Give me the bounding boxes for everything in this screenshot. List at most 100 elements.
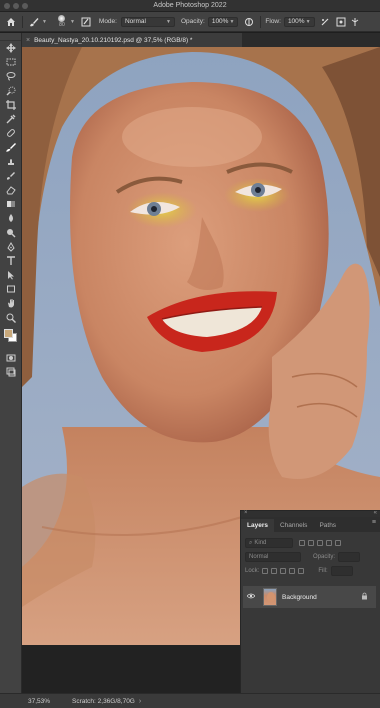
document-tab[interactable]: × Beauty_Nastya_20.10.210192.psd @ 37,5%… <box>22 33 242 47</box>
type-tool[interactable] <box>0 254 22 268</box>
visibility-eye-icon[interactable] <box>245 593 257 601</box>
layer-thumbnail <box>263 588 277 606</box>
lock-fill-row: Lock: Fill: <box>241 564 380 578</box>
pressure-opacity-toggle[interactable] <box>242 15 256 29</box>
eyedropper-tool[interactable] <box>0 112 22 126</box>
chevron-down-icon: ▼ <box>166 18 171 25</box>
hand-tool[interactable] <box>0 296 22 310</box>
home-icon[interactable] <box>4 15 18 29</box>
tab-paths[interactable]: Paths <box>313 519 342 532</box>
collapse-panel-icon[interactable]: « <box>374 510 377 516</box>
window-titlebar: Adobe Photoshop 2022 <box>0 0 380 12</box>
quick-selection-tool[interactable] <box>0 84 22 98</box>
history-brush-tool[interactable] <box>0 169 22 183</box>
mode-select[interactable]: Normal ▼ <box>120 16 175 27</box>
layers-panel: × « Layers Channels Paths ≡ ⌕ Kind Norma… <box>240 510 380 708</box>
brush-settings-toggle[interactable] <box>79 15 93 29</box>
divider <box>260 15 262 28</box>
filter-smart-object-icon[interactable] <box>335 540 341 546</box>
flow-label: Flow: <box>265 18 281 25</box>
filter-kind-value: Kind <box>254 540 267 546</box>
chevron-down-icon: ▼ <box>305 18 311 25</box>
move-tool[interactable] <box>0 41 22 55</box>
soft-brush-icon <box>58 15 66 22</box>
document-tab-title: Beauty_Nastya_20.10.210192.psd @ 37,5% (… <box>34 36 193 44</box>
lock-position-icon[interactable] <box>280 568 287 574</box>
filter-shape-icon[interactable] <box>326 540 332 546</box>
lasso-tool[interactable] <box>0 69 22 83</box>
fill-label: Fill: <box>318 568 328 574</box>
tool-preset-picker[interactable]: ▼ <box>27 12 47 31</box>
brush-tip-preview: 80 <box>55 14 69 30</box>
zoom-tool[interactable] <box>0 311 22 325</box>
fill-field[interactable] <box>330 566 353 576</box>
brush-size-value: 80 <box>59 22 65 28</box>
opacity-field[interactable]: 100% ▼ <box>207 16 239 27</box>
options-bar: ▼ 80 ▼ Mode: Normal ▼ Opacity: 100% ▼ Fl… <box>0 12 380 32</box>
flow-value: 100% <box>287 17 305 25</box>
quick-mask-button[interactable] <box>0 351 22 365</box>
filter-kind-select[interactable]: ⌕ Kind <box>245 538 293 548</box>
tab-channels[interactable]: Channels <box>274 519 313 532</box>
lock-transparent-icon[interactable] <box>262 568 269 574</box>
filter-icons <box>299 540 341 546</box>
brush-preset-picker[interactable]: 80 ▼ <box>55 12 75 31</box>
mode-label: Mode: <box>98 18 117 25</box>
healing-brush-tool[interactable] <box>0 126 22 140</box>
blend-mode-select[interactable]: Normal <box>245 552 301 562</box>
lock-all-icon[interactable] <box>298 568 305 574</box>
scratch-info[interactable]: Scratch: 2,36G/8,70G <box>72 698 135 705</box>
filter-pixel-icon[interactable] <box>299 540 305 546</box>
lock-artboard-icon[interactable] <box>289 568 296 574</box>
panel-menu-icon[interactable]: ≡ <box>372 519 376 526</box>
flow-field[interactable]: 100% ▼ <box>283 16 315 27</box>
mode-value: Normal <box>124 17 146 25</box>
rectangle-tool[interactable] <box>0 282 22 296</box>
dodge-tool[interactable] <box>0 225 22 239</box>
chevron-right-icon[interactable]: › <box>139 698 141 705</box>
zoom-level[interactable]: 37,53% <box>28 698 68 705</box>
gradient-tool[interactable] <box>0 197 22 211</box>
divider <box>22 15 23 28</box>
clone-stamp-tool[interactable] <box>0 155 22 169</box>
foreground-color-swatch[interactable] <box>4 328 13 338</box>
color-swatches <box>0 325 22 351</box>
pressure-size-toggle[interactable] <box>334 15 348 29</box>
screen-mode-button[interactable] <box>0 365 22 379</box>
opacity-label: Opacity: <box>180 18 205 25</box>
lock-label: Lock: <box>245 568 260 574</box>
chevron-down-icon: ▼ <box>69 18 75 25</box>
close-panel-icon[interactable]: × <box>244 510 248 516</box>
panel-grip[interactable] <box>0 33 21 41</box>
symmetry-toggle[interactable] <box>348 15 362 29</box>
marquee-tool[interactable] <box>0 55 22 69</box>
layer-name: Background <box>282 593 317 601</box>
brush-tool[interactable] <box>0 140 22 154</box>
layers-panel-tabs: Layers Channels Paths ≡ <box>241 517 380 532</box>
eraser-tool[interactable] <box>0 183 22 197</box>
pen-tool[interactable] <box>0 240 22 254</box>
document-tab-bar: × Beauty_Nastya_20.10.210192.psd @ 37,5%… <box>22 33 380 47</box>
blend-opacity-row: Normal Opacity: <box>241 550 380 564</box>
close-tab-icon[interactable]: × <box>26 37 30 44</box>
layer-opacity-field[interactable] <box>338 552 361 562</box>
filter-type-icon[interactable] <box>317 540 323 546</box>
filter-adjustment-icon[interactable] <box>308 540 314 546</box>
lock-icons <box>262 568 305 574</box>
airbrush-toggle[interactable] <box>318 15 332 29</box>
status-bar: 37,53% Scratch: 2,36G/8,70G › <box>0 693 380 708</box>
tab-layers[interactable]: Layers <box>241 519 274 532</box>
layer-row[interactable]: Background <box>243 586 376 608</box>
chevron-down-icon: ▼ <box>229 18 235 25</box>
search-icon: ⌕ <box>249 540 253 546</box>
layer-opacity-label: Opacity: <box>313 554 336 560</box>
blur-tool[interactable] <box>0 211 22 225</box>
app-title: Adobe Photoshop 2022 <box>153 2 227 9</box>
blend-mode-value: Normal <box>249 554 269 560</box>
brush-icon <box>27 15 41 29</box>
crop-tool[interactable] <box>0 98 22 112</box>
lock-icon <box>361 592 368 602</box>
lock-image-icon[interactable] <box>271 568 278 574</box>
path-selection-tool[interactable] <box>0 268 22 282</box>
opacity-value: 100% <box>211 17 229 25</box>
